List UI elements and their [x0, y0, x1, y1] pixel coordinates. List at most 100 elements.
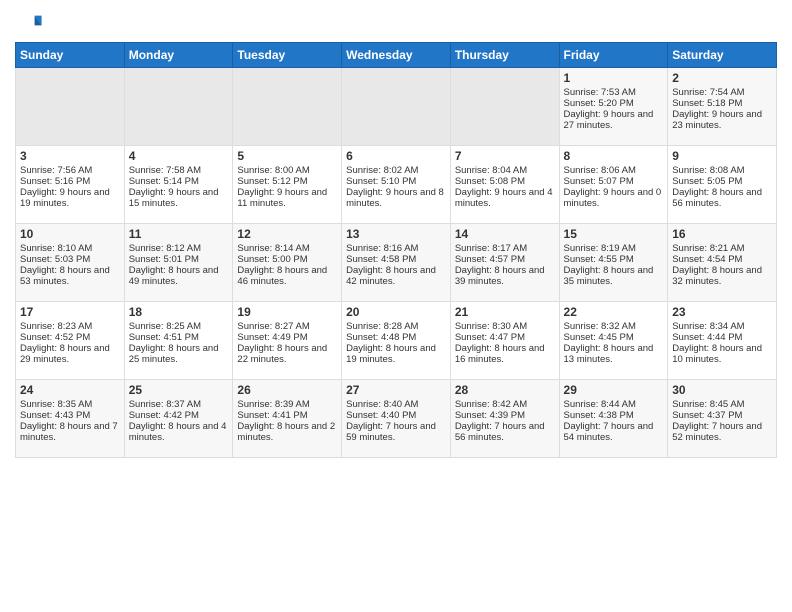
sunrise-text: Sunrise: 8:40 AM: [346, 399, 446, 410]
day-number: 26: [237, 383, 337, 397]
sunrise-text: Sunrise: 8:06 AM: [564, 165, 664, 176]
calendar-cell: 25Sunrise: 8:37 AMSunset: 4:42 PMDayligh…: [124, 380, 233, 458]
calendar-cell: 10Sunrise: 8:10 AMSunset: 5:03 PMDayligh…: [16, 224, 125, 302]
sunrise-text: Sunrise: 7:54 AM: [672, 87, 772, 98]
calendar-cell: 26Sunrise: 8:39 AMSunset: 4:41 PMDayligh…: [233, 380, 342, 458]
sunset-text: Sunset: 5:18 PM: [672, 98, 772, 109]
sunrise-text: Sunrise: 8:23 AM: [20, 321, 120, 332]
calendar-week-row: 10Sunrise: 8:10 AMSunset: 5:03 PMDayligh…: [16, 224, 777, 302]
calendar-cell: 4 Sunrise: 7:58 AMSunset: 5:14 PMDaylight…: [124, 146, 233, 224]
daylight-text: Daylight: 8 hours and 13 minutes.: [564, 343, 664, 365]
day-number: 21: [455, 305, 555, 319]
day-number: 16: [672, 227, 772, 241]
calendar-cell: 22Sunrise: 8:32 AMSunset: 4:45 PMDayligh…: [559, 302, 668, 380]
calendar-week-row: 3Sunrise: 7:56 AMSunset: 5:16 PMDaylight…: [16, 146, 777, 224]
daylight-text: Daylight: 8 hours and 2 minutes.: [237, 421, 337, 443]
sunset-text: Sunset: 4:52 PM: [20, 332, 120, 343]
sunset-text: Sunset: 4:48 PM: [346, 332, 446, 343]
daylight-text: Daylight: 9 hours and 11 minutes.: [237, 187, 337, 209]
calendar-cell: 19Sunrise: 8:27 AMSunset: 4:49 PMDayligh…: [233, 302, 342, 380]
daylight-text: Daylight: 8 hours and 29 minutes.: [20, 343, 120, 365]
logo-icon: [15, 10, 43, 38]
sunrise-text: Sunrise: 8:30 AM: [455, 321, 555, 332]
daylight-text: Daylight: 7 hours and 56 minutes.: [455, 421, 555, 443]
sunset-text: Sunset: 4:39 PM: [455, 410, 555, 421]
daylight-text: Daylight: 7 hours and 54 minutes.: [564, 421, 664, 443]
daylight-text: Daylight: 8 hours and 56 minutes.: [672, 187, 772, 209]
page-container: SundayMondayTuesdayWednesdayThursdayFrid…: [0, 0, 792, 463]
daylight-text: Daylight: 8 hours and 39 minutes.: [455, 265, 555, 287]
calendar-cell: 21Sunrise: 8:30 AMSunset: 4:47 PMDayligh…: [450, 302, 559, 380]
sunrise-text: Sunrise: 8:10 AM: [20, 243, 120, 254]
sunrise-text: Sunrise: 8:12 AM: [129, 243, 229, 254]
sunset-text: Sunset: 5:16 PM: [20, 176, 120, 187]
daylight-text: Daylight: 9 hours and 15 minutes.: [129, 187, 229, 209]
daylight-text: Daylight: 8 hours and 32 minutes.: [672, 265, 772, 287]
sunrise-text: Sunrise: 8:28 AM: [346, 321, 446, 332]
calendar-cell: 29Sunrise: 8:44 AMSunset: 4:38 PMDayligh…: [559, 380, 668, 458]
calendar-cell: 12Sunrise: 8:14 AMSunset: 5:00 PMDayligh…: [233, 224, 342, 302]
day-number: 20: [346, 305, 446, 319]
sunrise-text: Sunrise: 8:44 AM: [564, 399, 664, 410]
calendar-week-row: 24Sunrise: 8:35 AMSunset: 4:43 PMDayligh…: [16, 380, 777, 458]
daylight-text: Daylight: 8 hours and 16 minutes.: [455, 343, 555, 365]
day-number: 19: [237, 305, 337, 319]
day-number: 5: [237, 149, 337, 163]
sunrise-text: Sunrise: 8:21 AM: [672, 243, 772, 254]
sunset-text: Sunset: 5:08 PM: [455, 176, 555, 187]
sunrise-text: Sunrise: 8:45 AM: [672, 399, 772, 410]
daylight-text: Daylight: 8 hours and 35 minutes.: [564, 265, 664, 287]
daylight-text: Daylight: 8 hours and 4 minutes.: [129, 421, 229, 443]
day-number: 7: [455, 149, 555, 163]
sunset-text: Sunset: 5:01 PM: [129, 254, 229, 265]
daylight-text: Daylight: 8 hours and 49 minutes.: [129, 265, 229, 287]
weekday-header: Monday: [124, 43, 233, 68]
sunrise-text: Sunrise: 8:37 AM: [129, 399, 229, 410]
day-number: 18: [129, 305, 229, 319]
calendar-cell: 24Sunrise: 8:35 AMSunset: 4:43 PMDayligh…: [16, 380, 125, 458]
calendar-cell: 3Sunrise: 7:56 AMSunset: 5:16 PMDaylight…: [16, 146, 125, 224]
sunrise-text: Sunrise: 8:25 AM: [129, 321, 229, 332]
daylight-text: Daylight: 9 hours and 4 minutes.: [455, 187, 555, 209]
calendar-cell: 18Sunrise: 8:25 AMSunset: 4:51 PMDayligh…: [124, 302, 233, 380]
sunset-text: Sunset: 5:14 PM: [129, 176, 229, 187]
sunrise-text: Sunrise: 8:16 AM: [346, 243, 446, 254]
calendar-cell: 20Sunrise: 8:28 AMSunset: 4:48 PMDayligh…: [342, 302, 451, 380]
calendar-cell: 28Sunrise: 8:42 AMSunset: 4:39 PMDayligh…: [450, 380, 559, 458]
sunrise-text: Sunrise: 8:02 AM: [346, 165, 446, 176]
calendar-week-row: 17Sunrise: 8:23 AMSunset: 4:52 PMDayligh…: [16, 302, 777, 380]
day-number: 17: [20, 305, 120, 319]
weekday-header: Friday: [559, 43, 668, 68]
sunrise-text: Sunrise: 8:27 AM: [237, 321, 337, 332]
daylight-text: Daylight: 9 hours and 23 minutes.: [672, 109, 772, 131]
calendar-table: SundayMondayTuesdayWednesdayThursdayFrid…: [15, 42, 777, 458]
day-number: 1: [564, 71, 664, 85]
daylight-text: Daylight: 8 hours and 7 minutes.: [20, 421, 120, 443]
calendar-cell: [124, 68, 233, 146]
sunset-text: Sunset: 5:10 PM: [346, 176, 446, 187]
sunrise-text: Sunrise: 8:08 AM: [672, 165, 772, 176]
calendar-cell: 7Sunrise: 8:04 AMSunset: 5:08 PMDaylight…: [450, 146, 559, 224]
day-number: 3: [20, 149, 120, 163]
sunset-text: Sunset: 5:20 PM: [564, 98, 664, 109]
day-number: 25: [129, 383, 229, 397]
calendar-cell: [450, 68, 559, 146]
daylight-text: Daylight: 9 hours and 19 minutes.: [20, 187, 120, 209]
daylight-text: Daylight: 8 hours and 10 minutes.: [672, 343, 772, 365]
day-number: 4: [129, 149, 229, 163]
sunrise-text: Sunrise: 7:53 AM: [564, 87, 664, 98]
sunrise-text: Sunrise: 8:17 AM: [455, 243, 555, 254]
day-number: 23: [672, 305, 772, 319]
calendar-cell: 5Sunrise: 8:00 AMSunset: 5:12 PMDaylight…: [233, 146, 342, 224]
sunrise-text: Sunrise: 8:00 AM: [237, 165, 337, 176]
sunset-text: Sunset: 5:00 PM: [237, 254, 337, 265]
day-number: 24: [20, 383, 120, 397]
calendar-cell: 14Sunrise: 8:17 AMSunset: 4:57 PMDayligh…: [450, 224, 559, 302]
weekday-header: Wednesday: [342, 43, 451, 68]
sunrise-text: Sunrise: 7:58 AM: [129, 165, 229, 176]
calendar-cell: 2Sunrise: 7:54 AMSunset: 5:18 PMDaylight…: [668, 68, 777, 146]
sunset-text: Sunset: 4:57 PM: [455, 254, 555, 265]
calendar-cell: 15Sunrise: 8:19 AMSunset: 4:55 PMDayligh…: [559, 224, 668, 302]
sunrise-text: Sunrise: 8:34 AM: [672, 321, 772, 332]
sunrise-text: Sunrise: 8:14 AM: [237, 243, 337, 254]
